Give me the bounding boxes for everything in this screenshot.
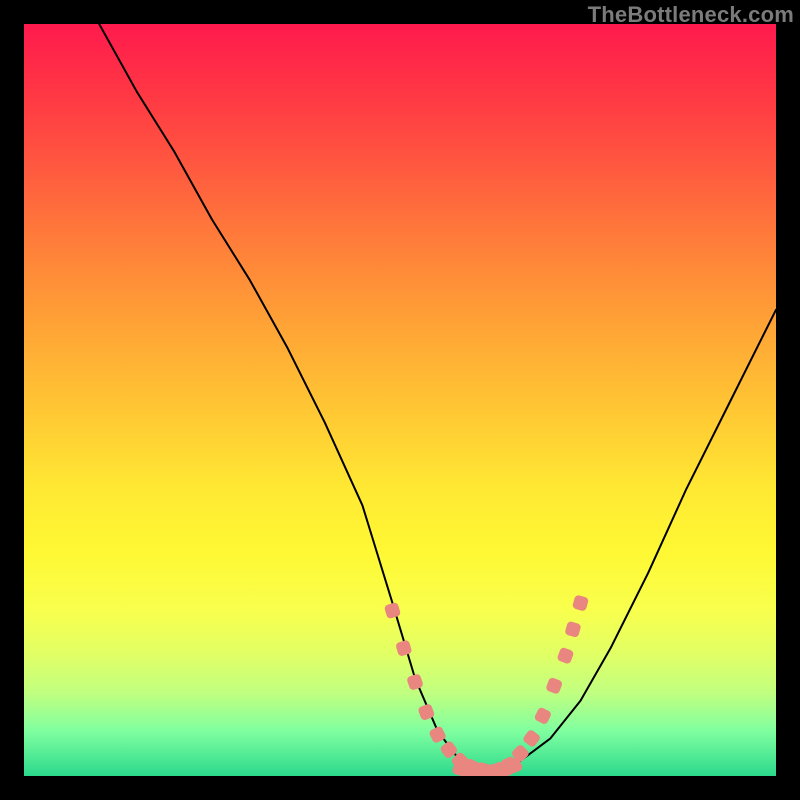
dotted-right-segment-marker: [533, 706, 552, 725]
watermark-text: TheBottleneck.com: [588, 2, 794, 28]
curve-layer: [24, 24, 776, 776]
dotted-right-segment-marker: [564, 621, 581, 638]
dotted-left-segment-marker: [395, 639, 412, 656]
dotted-left-segment-marker: [384, 602, 401, 619]
dotted-right-segment-marker: [572, 594, 589, 611]
dotted-right-segment-marker: [545, 677, 563, 695]
dotted-right-segment-marker: [522, 729, 542, 749]
dotted-right-segment-marker: [556, 647, 574, 665]
chart-frame: TheBottleneck.com: [0, 0, 800, 800]
dotted-curves: [384, 594, 589, 776]
solid-curves: [99, 24, 776, 772]
right-curve: [490, 310, 776, 772]
left-curve: [99, 24, 490, 772]
plot-area: [24, 24, 776, 776]
dotted-left-segment-marker: [406, 673, 424, 691]
